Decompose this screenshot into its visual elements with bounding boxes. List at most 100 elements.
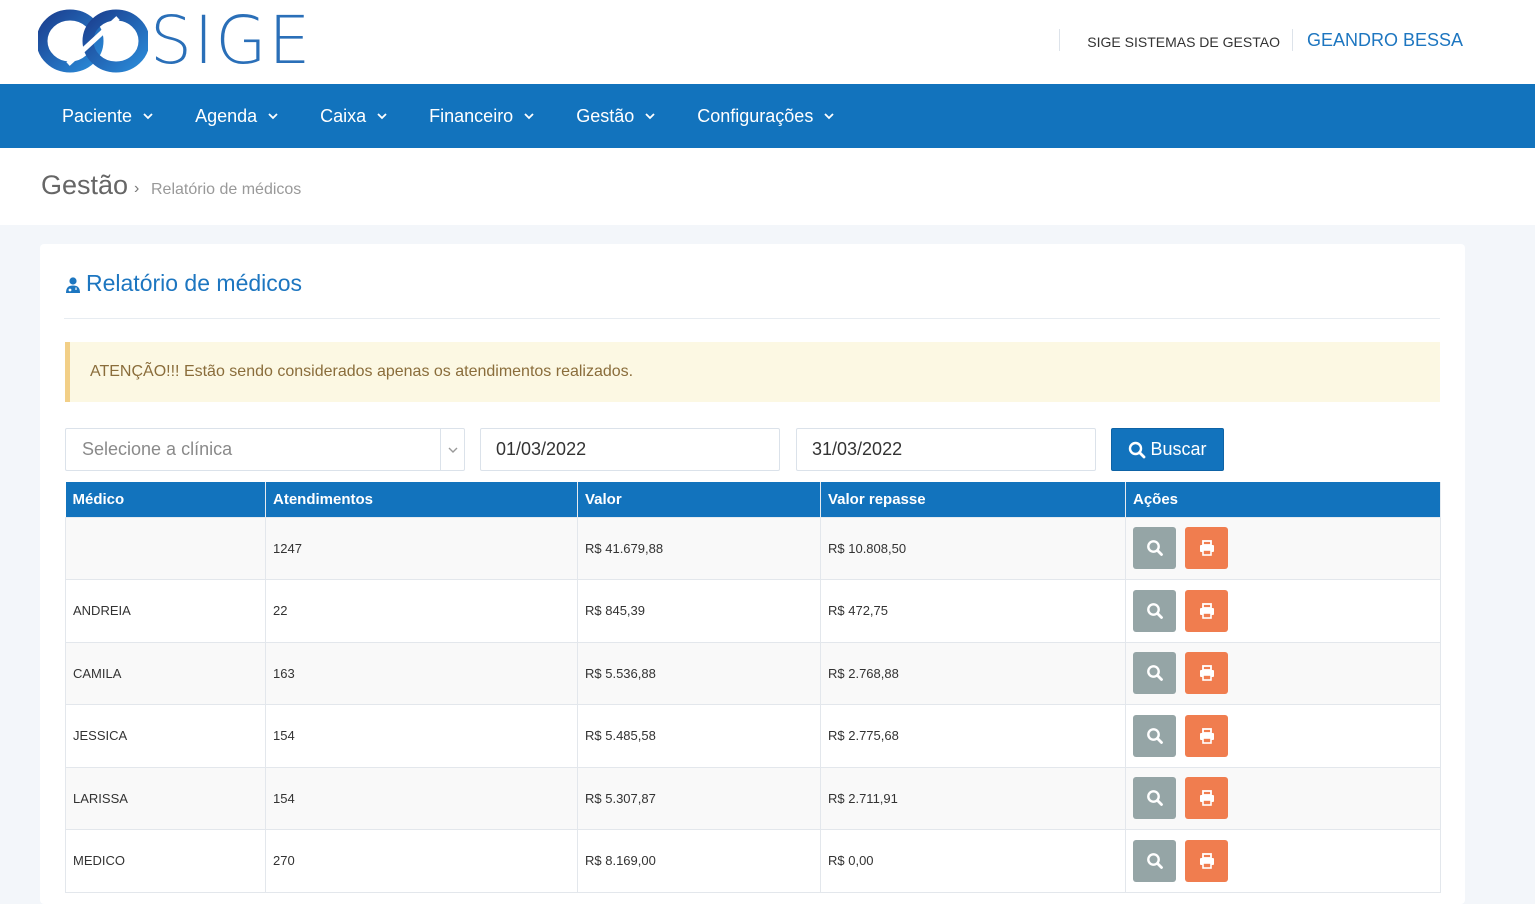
cell-repasse: R$ 10.808,50 (820, 516, 1126, 580)
logo-text: SIGE (150, 2, 313, 79)
select-caret[interactable] (440, 429, 464, 470)
user-menu[interactable]: GEANDRO BESSA (1293, 30, 1463, 51)
column-header-repasse[interactable]: Valor repasse (820, 482, 1126, 518)
top-header: SIGE SIGE SISTEMAS DE GESTAO GEANDRO BES… (0, 0, 1535, 84)
doctor-icon (66, 277, 80, 293)
chevron-down-icon (268, 113, 278, 120)
cell-atendimentos: 270 (265, 829, 578, 893)
cell-acoes (1125, 516, 1441, 580)
view-button[interactable] (1133, 652, 1176, 695)
table-row: JESSICA 154 R$ 5.485,58 R$ 2.775,68 (65, 704, 1441, 768)
chevron-down-icon (448, 447, 457, 453)
print-button[interactable] (1185, 714, 1228, 757)
cell-repasse: R$ 2.711,91 (820, 766, 1126, 830)
breadcrumb-separator: › (134, 180, 140, 197)
view-button[interactable] (1133, 527, 1176, 570)
column-header-acoes: Ações (1125, 482, 1441, 518)
print-button[interactable] (1185, 652, 1228, 695)
table-row: ANDREIA 22 R$ 845,39 R$ 472,75 (65, 579, 1441, 643)
cell-medico: ANDREIA (65, 579, 266, 643)
cell-repasse: R$ 472,75 (820, 579, 1126, 643)
search-icon (1129, 441, 1146, 458)
header-right: SIGE SISTEMAS DE GESTAO GEANDRO BESSA (1059, 28, 1463, 52)
page-title: Gestão (41, 170, 129, 200)
nav-item-label: Caixa (320, 105, 367, 126)
view-button[interactable] (1133, 777, 1176, 820)
table-row: 1247 R$ 41.679,88 R$ 10.808,50 (65, 516, 1441, 580)
cell-valor: R$ 845,39 (577, 579, 821, 643)
nav-item-label: Gestão (576, 105, 635, 126)
cell-medico: JESSICA (65, 704, 266, 768)
cell-acoes (1125, 579, 1441, 643)
search-icon (1146, 602, 1163, 619)
clinic-select-placeholder: Selecione a clínica (82, 439, 233, 459)
cell-atendimentos: 163 (265, 641, 578, 705)
column-header-medico[interactable]: Médico (65, 482, 266, 518)
table-row: CAMILA 163 R$ 5.536,88 R$ 2.768,88 (65, 641, 1441, 705)
print-icon (1199, 790, 1214, 807)
cell-atendimentos: 154 (265, 704, 578, 768)
search-icon (1146, 790, 1163, 807)
cell-medico: MEDICO (65, 829, 266, 893)
nav-item-financeiro[interactable]: Financeiro (429, 84, 536, 148)
column-header-atendimentos[interactable]: Atendimentos (265, 482, 578, 518)
print-button[interactable] (1185, 839, 1228, 882)
view-button[interactable] (1133, 839, 1176, 882)
chevron-down-icon (524, 113, 534, 120)
nav-item-agenda[interactable]: Agenda (195, 84, 280, 148)
search-icon (1146, 852, 1163, 869)
cell-repasse: R$ 2.775,68 (820, 704, 1126, 768)
cell-valor: R$ 5.485,58 (577, 704, 821, 768)
print-button[interactable] (1185, 527, 1228, 570)
print-icon (1199, 540, 1214, 557)
print-icon (1199, 665, 1214, 682)
cell-atendimentos: 22 (265, 579, 578, 643)
search-icon (1146, 665, 1163, 682)
chevron-down-icon (824, 113, 834, 120)
nav-item-label: Paciente (62, 105, 133, 126)
print-icon (1199, 852, 1214, 869)
view-button[interactable] (1133, 589, 1176, 632)
end-date-input[interactable] (796, 428, 1096, 471)
nav-item-label: Configurações (697, 105, 814, 126)
column-header-valor[interactable]: Valor (577, 482, 821, 518)
print-button[interactable] (1185, 777, 1228, 820)
nav-item-configuracoes[interactable]: Configurações (697, 84, 836, 148)
company-name: SIGE SISTEMAS DE GESTAO (1087, 34, 1280, 50)
table-row: LARISSA 154 R$ 5.307,87 R$ 2.711,91 (65, 766, 1441, 830)
cell-acoes (1125, 704, 1441, 768)
card-title-text: Relatório de médicos (86, 269, 303, 296)
cell-acoes (1125, 766, 1441, 830)
nav-list: Paciente Agenda Caixa Financeiro Gestão … (62, 84, 876, 148)
cell-valor: R$ 5.307,87 (577, 766, 821, 830)
logo-infinity-icon (38, 9, 148, 73)
start-date-input[interactable] (480, 428, 780, 471)
cell-acoes (1125, 641, 1441, 705)
print-icon (1199, 602, 1214, 619)
warning-alert: ATENÇÃO!!! Estão sendo considerados apen… (65, 342, 1440, 402)
chevron-down-icon (377, 113, 387, 120)
nav-item-label: Financeiro (429, 105, 514, 126)
nav-item-paciente[interactable]: Paciente (62, 84, 155, 148)
cell-repasse: R$ 0,00 (820, 829, 1126, 893)
view-button[interactable] (1133, 714, 1176, 757)
cell-medico: LARISSA (65, 766, 266, 830)
breadcrumb-current: Relatório de médicos (151, 181, 302, 198)
cell-valor: R$ 41.679,88 (577, 516, 821, 580)
print-button[interactable] (1185, 589, 1228, 632)
table-row: MEDICO 270 R$ 8.169,00 R$ 0,00 (65, 829, 1441, 893)
clinic-select[interactable]: Selecione a clínica (65, 428, 465, 471)
cell-repasse: R$ 2.768,88 (820, 641, 1126, 705)
search-button[interactable]: Buscar (1111, 428, 1224, 471)
nav-item-gestao[interactable]: Gestão (576, 84, 657, 148)
print-icon (1199, 727, 1214, 744)
search-button-label: Buscar (1150, 439, 1207, 459)
logo[interactable]: SIGE (38, 2, 310, 79)
table-header-row: Médico Atendimentos Valor Valor repasse … (65, 482, 1441, 518)
cell-valor: R$ 5.536,88 (577, 641, 821, 705)
nav-item-label: Agenda (195, 105, 258, 126)
cell-atendimentos: 154 (265, 766, 578, 830)
card-title: Relatório de médicos (64, 268, 302, 298)
search-icon (1146, 727, 1163, 744)
nav-item-caixa[interactable]: Caixa (320, 84, 389, 148)
